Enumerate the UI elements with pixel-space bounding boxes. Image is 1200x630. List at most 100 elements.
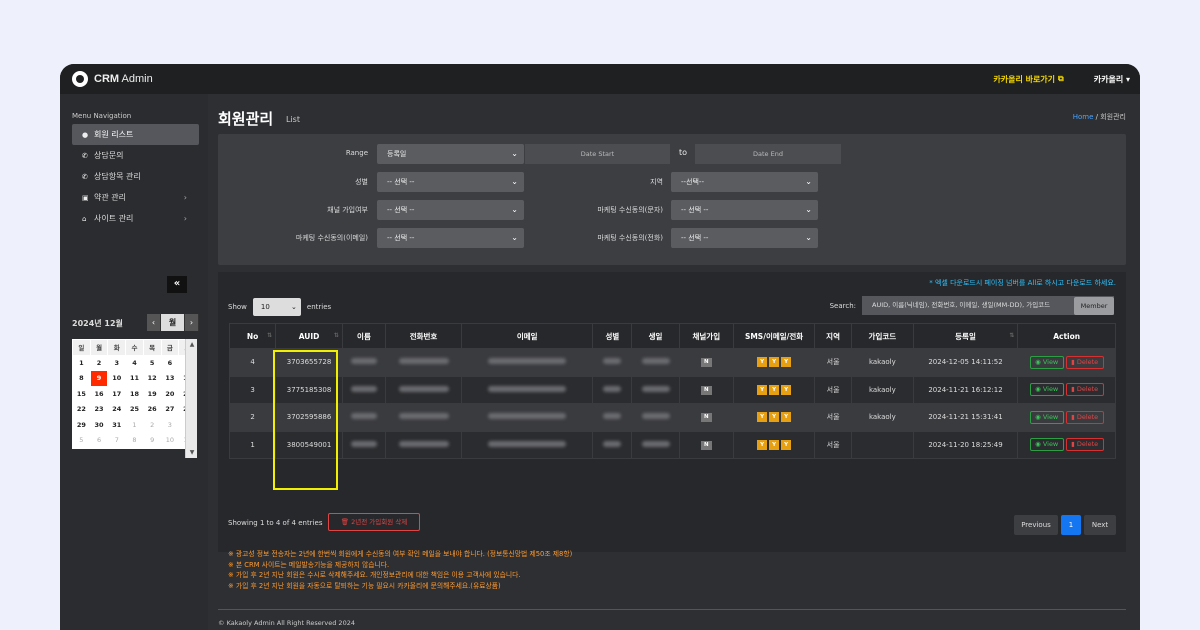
calendar-day[interactable]: 23: [89, 401, 109, 418]
chevron-right-icon: ›: [183, 214, 187, 223]
member-search-button[interactable]: Member: [1074, 297, 1114, 315]
delete-button[interactable]: ▮ Delete: [1065, 410, 1104, 424]
calendar-day[interactable]: 11: [125, 370, 144, 387]
calendar-day[interactable]: 15: [72, 385, 91, 402]
marketing-phone-select[interactable]: -- 선택 -- ⌄: [671, 228, 818, 248]
table-cell: [385, 403, 462, 432]
calendar-day[interactable]: 13: [160, 370, 180, 387]
calendar-day[interactable]: 9: [89, 370, 109, 387]
column-header[interactable]: 성별: [592, 323, 633, 349]
delete-button[interactable]: ▮ Delete: [1065, 355, 1104, 369]
delete-button[interactable]: ▮ Delete: [1065, 383, 1104, 397]
column-header[interactable]: 이름: [341, 323, 387, 349]
region-select[interactable]: --선택-- ⌄: [671, 172, 818, 192]
calendar-day[interactable]: 30: [89, 416, 109, 433]
column-header[interactable]: AUID ⇅: [275, 323, 343, 349]
calendar-next-button[interactable]: ›: [185, 314, 199, 331]
pagination-next[interactable]: Next: [1084, 515, 1116, 535]
column-header[interactable]: 지역: [814, 323, 853, 349]
blurred-name: [350, 358, 377, 365]
column-header[interactable]: 가입코드: [851, 323, 914, 349]
calendar-day[interactable]: 24: [107, 401, 127, 418]
calendar-day[interactable]: 10: [160, 432, 180, 449]
calendar-day[interactable]: 29: [72, 416, 91, 433]
column-header[interactable]: 생일: [631, 323, 680, 349]
gender-select[interactable]: -- 선택 -- ⌄: [377, 172, 524, 192]
calendar-day[interactable]: 5: [142, 354, 162, 371]
column-header[interactable]: No ⇅: [228, 323, 277, 349]
calendar-prev-button[interactable]: ‹: [147, 314, 161, 331]
sidebar-item-terms[interactable]: ▣ 약관 관리 ›: [72, 187, 199, 208]
channel-select[interactable]: -- 선택 -- ⌄: [377, 200, 524, 220]
calendar-day[interactable]: 9: [142, 432, 162, 449]
view-button[interactable]: ◉ View: [1029, 383, 1064, 397]
column-header[interactable]: 이메일: [460, 323, 594, 349]
date-start-input[interactable]: Date Start: [525, 144, 670, 164]
marketing-sms-select[interactable]: -- 선택 -- ⌄: [671, 200, 818, 220]
sidebar-item-consult-items[interactable]: ✆ 상담항목 관리: [72, 166, 199, 187]
column-header[interactable]: 채널가입: [678, 323, 735, 349]
breadcrumb-home-link[interactable]: Home: [1073, 113, 1094, 121]
scroll-down-icon[interactable]: ▼: [186, 449, 198, 456]
view-button[interactable]: ◉ View: [1029, 410, 1064, 424]
pagination-previous[interactable]: Previous: [1014, 515, 1058, 535]
page-title: 회원관리: [218, 110, 274, 128]
calendar-day[interactable]: 31: [107, 416, 127, 433]
calendar-day[interactable]: 7: [107, 432, 127, 449]
calendar-day[interactable]: 18: [125, 385, 144, 402]
chevron-down-icon: ⌄: [511, 149, 518, 158]
user-menu[interactable]: 카카올리 ▾: [1094, 74, 1130, 85]
calendar-day[interactable]: 22: [72, 401, 91, 418]
calendar-day[interactable]: 1: [125, 416, 144, 433]
table-cell: YYY: [733, 348, 816, 377]
calendar-day[interactable]: 10: [107, 370, 127, 387]
column-header[interactable]: SMS/이메일/전화: [733, 323, 816, 349]
sidebar-item-label: 상담문의: [94, 151, 124, 160]
calendar-day[interactable]: 26: [142, 401, 162, 418]
delete-old-members-button[interactable]: 🗑 2년전 가입회원 삭제: [328, 513, 420, 531]
column-header[interactable]: 전화번호: [385, 323, 462, 349]
scroll-up-icon[interactable]: ▲: [186, 341, 198, 348]
column-header-label: 채널가입: [692, 331, 721, 341]
calendar-day[interactable]: 2: [142, 416, 162, 433]
sidebar-item-member-list[interactable]: ● 회원 리스트: [72, 124, 199, 145]
calendar-day[interactable]: 6: [160, 354, 180, 371]
calendar-day[interactable]: 20: [160, 385, 180, 402]
trash-icon: ▮: [1071, 357, 1075, 366]
calendar-day[interactable]: 4: [125, 354, 144, 371]
sidebar-item-consult[interactable]: ✆ 상담문의: [72, 145, 199, 166]
table-cell: 2024-11-21 16:12:12: [912, 375, 1019, 404]
calendar-day[interactable]: 1: [72, 354, 91, 371]
sidebar-item-site[interactable]: ⌂ 사이트 관리 ›: [72, 208, 199, 229]
calendar-day[interactable]: 3: [160, 416, 180, 433]
table-cell: [592, 403, 633, 432]
sidebar-collapse-button[interactable]: «: [167, 276, 187, 293]
calendar-day[interactable]: 17: [107, 385, 127, 402]
calendar-day[interactable]: 19: [142, 385, 162, 402]
date-end-input[interactable]: Date End: [695, 144, 841, 164]
column-header[interactable]: 등록일 ⇅: [912, 323, 1019, 349]
pagination-page[interactable]: 1: [1061, 515, 1081, 535]
view-button[interactable]: ◉ View: [1029, 355, 1064, 369]
calendar-day[interactable]: 8: [125, 432, 144, 449]
delete-button[interactable]: ▮ Delete: [1065, 438, 1104, 452]
calendar-scrollbar[interactable]: ▲ ▼: [185, 339, 197, 458]
calendar-day[interactable]: 6: [89, 432, 109, 449]
calendar-day[interactable]: 2: [89, 354, 109, 371]
calendar-day[interactable]: 12: [142, 370, 162, 387]
kakaoly-shortcut-link[interactable]: 카카올리 바로가기 ⧉: [993, 74, 1063, 85]
calendar-day[interactable]: 3: [107, 354, 127, 371]
calendar-day[interactable]: 16: [89, 385, 109, 402]
marketing-email-select[interactable]: -- 선택 -- ⌄: [377, 228, 524, 248]
page-length-select[interactable]: 10 ⌄: [252, 298, 301, 316]
calendar-day[interactable]: 27: [160, 401, 180, 418]
calendar-day[interactable]: 5: [72, 432, 91, 449]
calendar-day[interactable]: 8: [72, 370, 91, 387]
view-button[interactable]: ◉ View: [1029, 438, 1064, 452]
calendar-month-button[interactable]: 월: [161, 314, 185, 331]
column-header[interactable]: Action: [1017, 323, 1116, 349]
row-no: 1: [250, 440, 255, 449]
brand[interactable]: CRM Admin: [72, 71, 153, 87]
range-select[interactable]: 등록일 ⌄: [377, 144, 524, 164]
calendar-day[interactable]: 25: [125, 401, 144, 418]
